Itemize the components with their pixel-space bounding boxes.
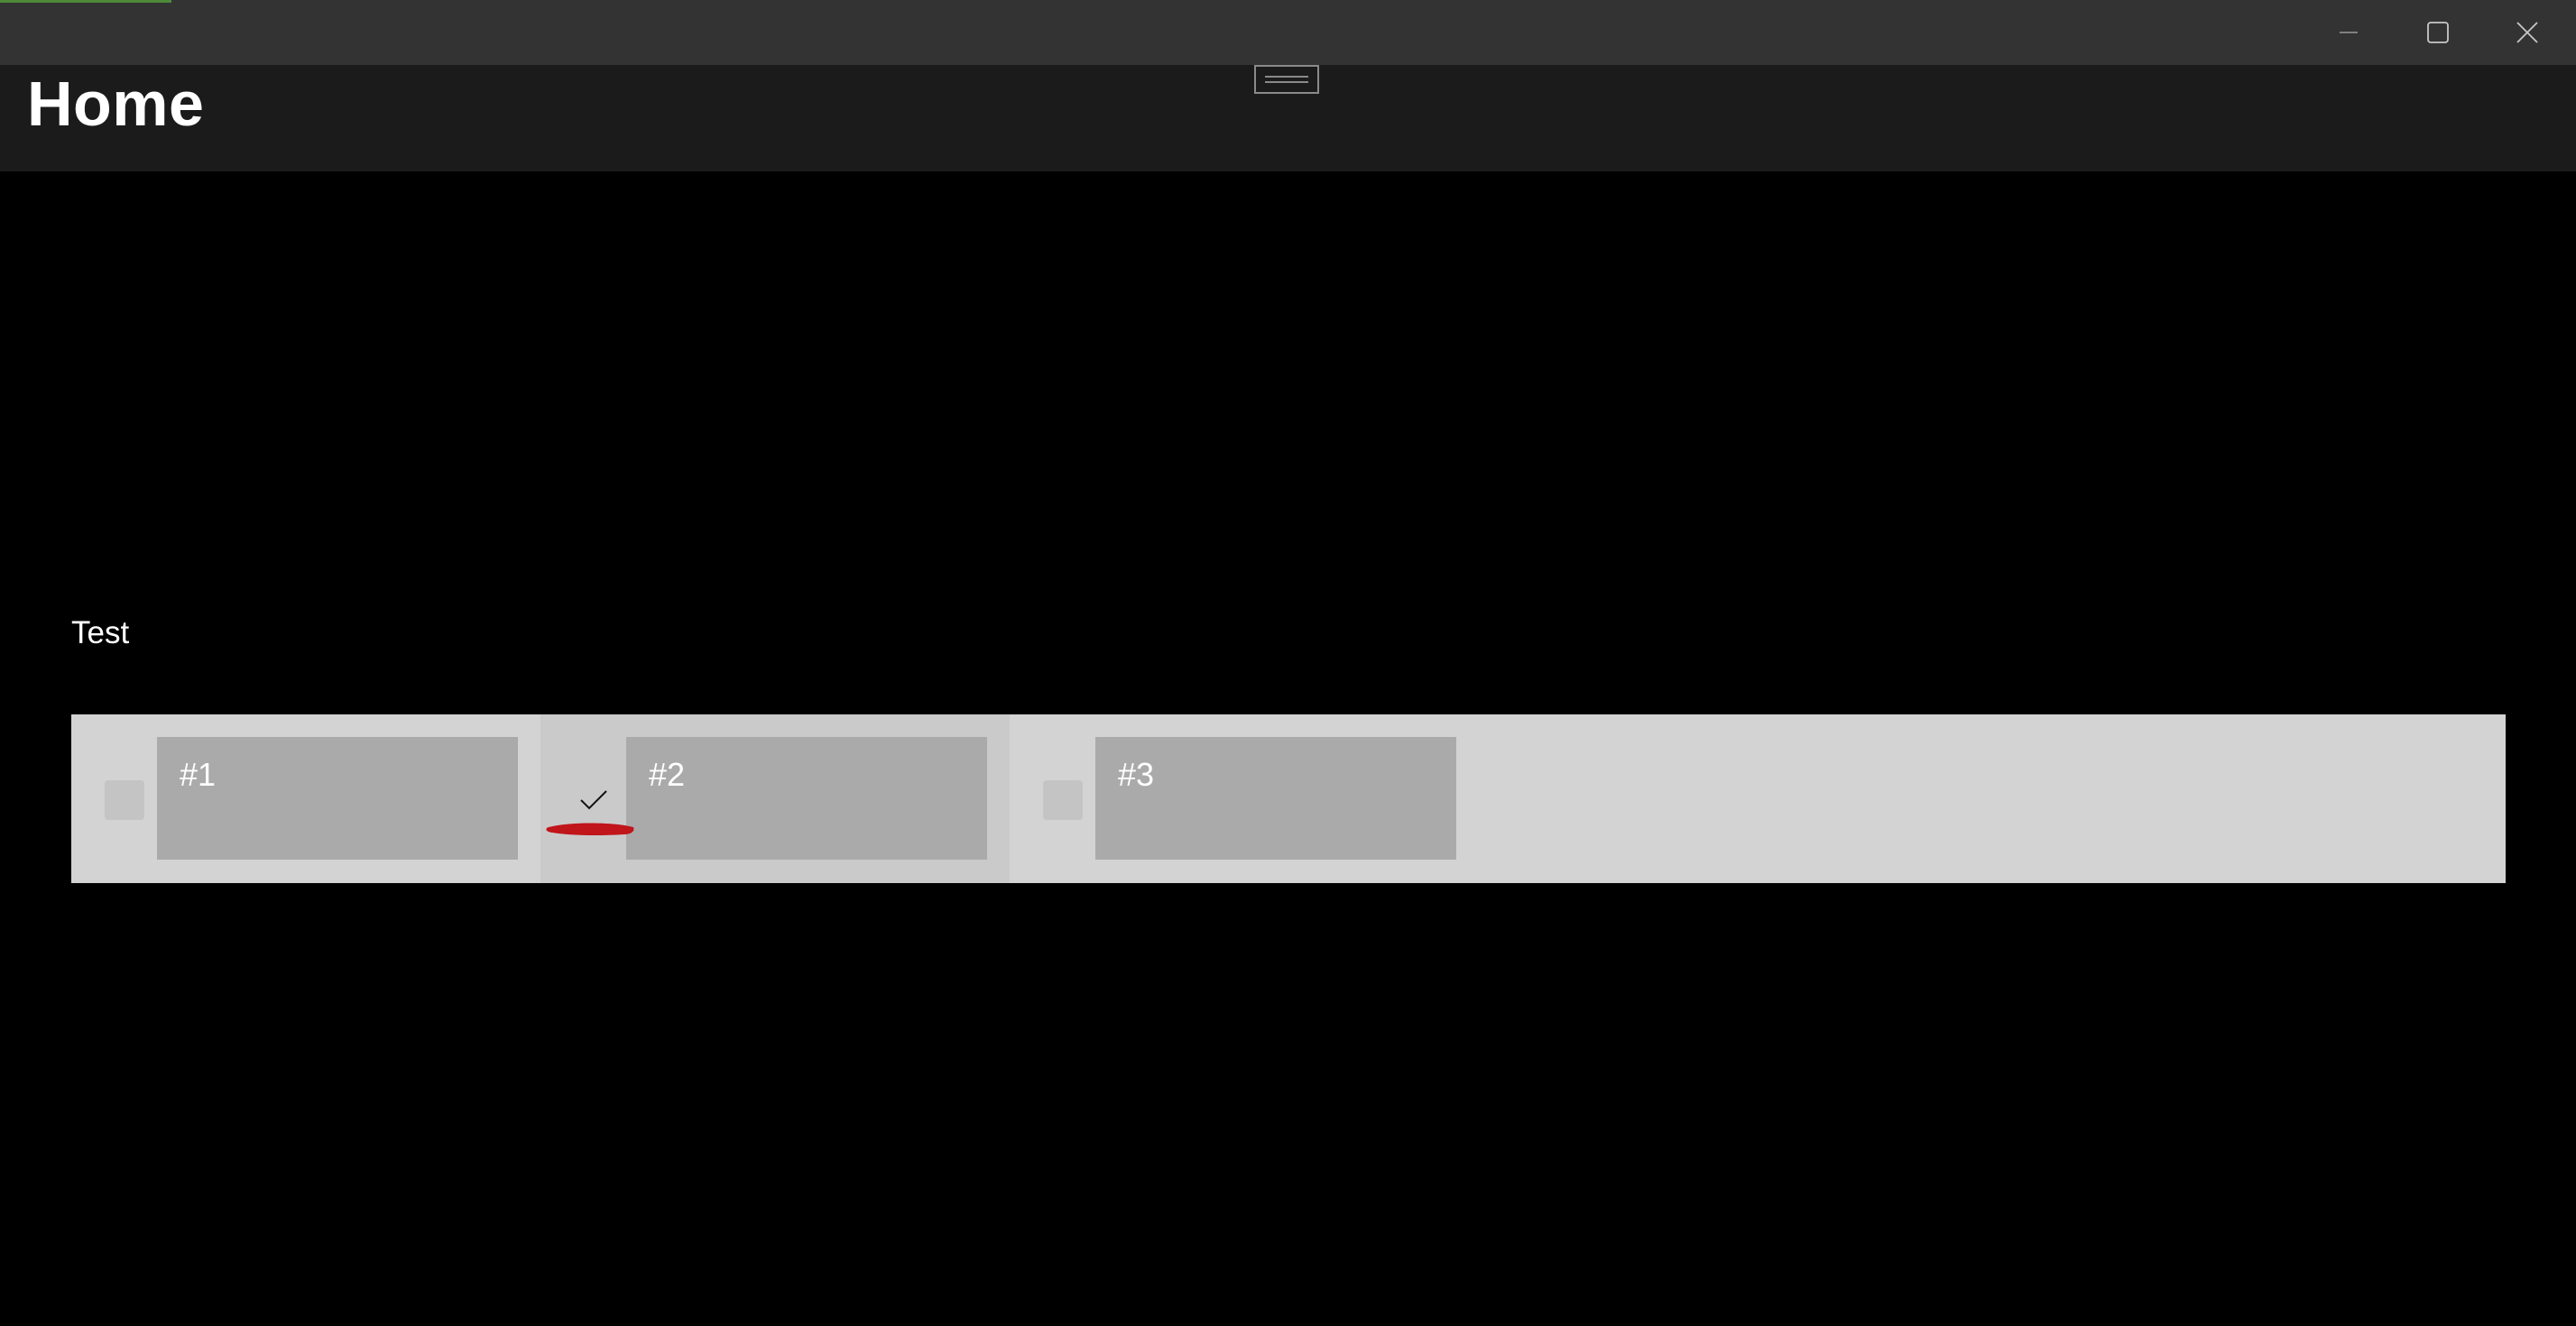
- minimize-icon: [2338, 22, 2359, 43]
- minimize-button[interactable]: [2304, 0, 2393, 65]
- item-checkbox-checked[interactable]: [574, 780, 614, 820]
- item-checkbox[interactable]: [105, 780, 144, 820]
- item-label: #2: [649, 756, 686, 793]
- drag-handle-icon[interactable]: [1254, 65, 1319, 94]
- maximize-button[interactable]: [2394, 0, 2482, 65]
- list-item[interactable]: #3: [1010, 714, 1479, 883]
- list-item[interactable]: #1: [71, 714, 540, 883]
- list-item-selected[interactable]: #2: [540, 714, 1010, 883]
- page-title: Home: [27, 69, 205, 139]
- item-card[interactable]: #3: [1095, 737, 1456, 860]
- item-card[interactable]: #1: [157, 737, 518, 860]
- item-checkbox[interactable]: [1043, 780, 1083, 820]
- app-window: Home Test #1 #2 #3: [0, 0, 2576, 1326]
- item-label: #3: [1118, 756, 1155, 793]
- close-icon: [2516, 21, 2539, 44]
- maximize-icon: [2426, 21, 2450, 44]
- item-list: #1 #2 #3: [71, 714, 2506, 883]
- title-bar[interactable]: [0, 0, 2576, 66]
- close-button[interactable]: [2483, 0, 2571, 65]
- item-card[interactable]: #2: [626, 737, 987, 860]
- taskbar-accent: [0, 0, 171, 3]
- item-label: #1: [180, 756, 217, 793]
- section-label: Test: [71, 615, 130, 650]
